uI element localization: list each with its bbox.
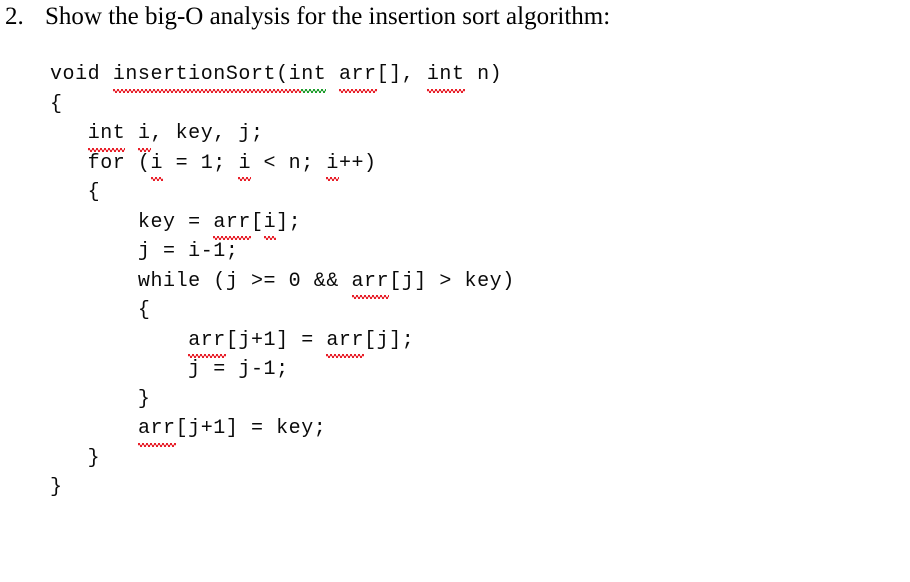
code-token: [j+1] = (225, 328, 327, 352)
code-token: [j] > key) (389, 269, 515, 293)
code-line: arr[j+1] = arr[j]; (50, 326, 515, 358)
code-token: = 1; (163, 151, 239, 175)
spellcheck-squiggle: i (263, 208, 277, 240)
spellcheck-squiggle: i (326, 149, 339, 181)
code-line: int i, key, j; (50, 119, 515, 151)
code-block: void insertionSort(int arr[], int n){ in… (50, 60, 515, 503)
code-token: while (j >= 0 && (50, 269, 352, 293)
spellcheck-squiggle: i (137, 119, 151, 151)
spellcheck-squiggle: arr (326, 326, 364, 358)
code-token: , key, j; (150, 122, 264, 145)
question-number: 2. (5, 3, 24, 30)
spellcheck-squiggle: insertionSort(i (112, 60, 302, 92)
code-token: } (50, 387, 151, 411)
code-token: { (50, 299, 151, 322)
spellcheck-squiggle: int (87, 119, 126, 151)
spellcheck-squiggle: arr (351, 267, 390, 299)
code-line: { (50, 296, 515, 326)
code-line: } (50, 385, 515, 415)
code-token: ]; (276, 210, 302, 234)
code-token: [ (251, 210, 264, 234)
code-token: key = (50, 210, 214, 234)
code-token: n) (464, 63, 503, 86)
code-line: } (50, 444, 515, 474)
code-token: void (50, 63, 113, 86)
code-line: while (j >= 0 && arr[j] > key) (50, 267, 515, 299)
spellcheck-squiggle: arr (188, 326, 226, 358)
code-line: arr[j+1] = key; (50, 414, 515, 446)
code-token: } (50, 446, 101, 470)
code-token: [j+1] = key; (175, 417, 327, 440)
code-line: } (50, 473, 515, 503)
code-line: { (50, 90, 515, 120)
spellcheck-squiggle: arr (137, 414, 176, 446)
code-line: for (i = 1; i < n; i++) (50, 149, 515, 181)
code-line: key = arr[i]; (50, 208, 515, 240)
code-line: j = j-1; (50, 355, 515, 385)
spellcheck-squiggle: arr (338, 60, 377, 92)
question-heading: 2. Show the big-O analysis for the inser… (5, 0, 905, 40)
code-line: { (50, 178, 515, 208)
code-token: < n; (251, 151, 327, 175)
spellcheck-squiggle: int (426, 60, 465, 92)
code-token: [], (376, 63, 427, 86)
code-token: { (50, 92, 63, 116)
spellcheck-squiggle: i (150, 149, 164, 181)
code-token: [j]; (364, 328, 415, 352)
spellcheck-squiggle: arr (213, 208, 251, 240)
code-token: { (50, 181, 101, 204)
code-line: void insertionSort(int arr[], int n) (50, 60, 515, 92)
grammarcheck-squiggle: nt (301, 60, 327, 92)
question-text: Show the big-O analysis for the insertio… (45, 3, 611, 30)
code-token: j = i-1; (50, 240, 239, 263)
code-token: j = j-1; (50, 358, 289, 381)
code-line: j = i-1; (50, 237, 515, 267)
code-token: ++) (338, 151, 377, 175)
code-token: for ( (50, 151, 151, 175)
code-token: } (50, 476, 63, 499)
spellcheck-squiggle: i (238, 149, 251, 181)
